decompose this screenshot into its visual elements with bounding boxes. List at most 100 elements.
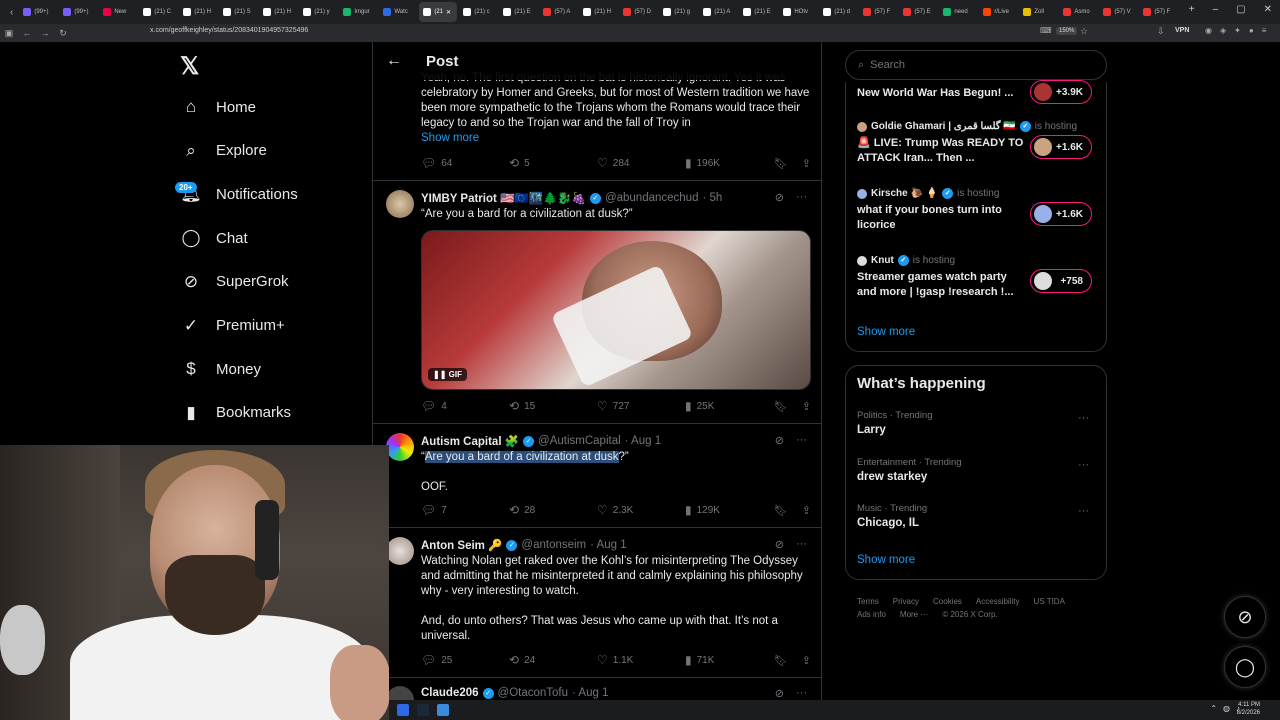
search-input[interactable]: ⌕ Search [845,50,1107,80]
download-icon[interactable]: ⇩ [1157,26,1165,37]
browser-tab[interactable]: (21) E [499,2,537,22]
selected-text[interactable]: Are you a bard of a civilization at dusk [424,451,619,463]
reply-button[interactable]: 💬︎ 25 [421,653,509,667]
footer-link[interactable]: More ··· [900,610,928,619]
browser-tab[interactable]: New [99,2,137,22]
back-button[interactable]: ← [18,28,36,38]
views-button[interactable]: ▮ 71K [685,653,773,667]
minimize-button[interactable]: – [1213,4,1219,15]
forward-button[interactable]: → [36,28,54,38]
grok-icon[interactable]: ⊘ [775,687,784,700]
repost-button[interactable]: ⟲ 28 [509,503,597,517]
tweet-time[interactable]: · Aug 1 [572,687,608,699]
share-icon[interactable]: ⇪ [802,400,811,413]
close-tab-icon[interactable]: ✕ [446,9,451,16]
author-handle[interactable]: @abundancechud [605,192,699,204]
footer-link[interactable]: Terms [857,597,879,606]
browser-tab[interactable]: (21) A [699,2,737,22]
footer-link[interactable]: Ads info [857,610,886,619]
footer-link[interactable]: US TIDA [1034,597,1065,606]
browser-tab[interactable]: (99+) [59,2,97,22]
author-handle[interactable]: @OtaconTofu [498,687,569,699]
browser-tab[interactable]: (21) c [459,2,497,22]
browser-tab[interactable]: need [939,2,977,22]
sidebar-item-chat[interactable]: ◯ Chat [180,227,247,249]
footer-link[interactable]: © 2026 X Corp. [942,610,997,619]
browser-tab[interactable]: (57) F [1139,2,1177,22]
tweet-time[interactable]: · 5h [702,192,722,204]
avatar[interactable] [386,537,414,565]
system-clock[interactable]: 4:11 PM 8/2/2026 [1237,701,1260,717]
chevron-up-icon[interactable]: ⌃ [1210,704,1217,713]
trend-item[interactable]: Politics · Trending Larry ··· [857,410,1097,436]
more-icon[interactable]: ··· [1078,412,1089,424]
more-icon[interactable]: ··· [796,434,807,447]
like-button[interactable]: ♡ 1.1K [597,653,685,667]
more-icon[interactable]: ··· [796,687,807,700]
sidebar-item-supergrok[interactable]: ⊘ SuperGrok [180,271,289,293]
back-arrow-icon[interactable]: ← [386,52,410,70]
avatar[interactable] [386,433,414,461]
views-button[interactable]: ▮ 196K [685,156,773,170]
browser-tab[interactable]: (21 ✕ [419,2,458,22]
chat-fab-button[interactable]: ◯ [1224,646,1266,688]
browser-tab[interactable]: (21) H [179,2,217,22]
browser-tab[interactable]: Imgur [339,2,377,22]
sidebar-item-money[interactable]: $ Money [180,358,261,380]
x-logo[interactable]: 𝕏 [180,52,199,81]
sidebar-item-notifications[interactable]: 🔔︎ Notifications [180,183,298,205]
live-listeners-pill[interactable]: +1.6K [1030,135,1092,159]
like-button[interactable]: ♡ 2.3K [597,503,685,517]
like-button[interactable]: ♡ 284 [597,156,685,170]
live-space-item[interactable]: Kirsche 🐌 🍦 ✓ is hosting what if your bones… [857,188,1102,233]
url-field[interactable]: x.com/geoffkeighley/status/2083401904957… [150,27,308,34]
views-button[interactable]: ▮ 129K [685,503,773,517]
wallet-icon[interactable]: ◈ [1220,26,1226,35]
avatar[interactable] [386,190,414,218]
show-more-trends-link[interactable]: Show more [857,554,915,566]
browser-tab[interactable]: Asmo [1059,2,1097,22]
live-listeners-pill[interactable]: +758 [1030,269,1092,293]
browser-tab[interactable]: (57) A [539,2,577,22]
close-window-button[interactable]: ✕ [1264,4,1272,15]
share-icon[interactable]: ⇪ [802,504,811,517]
network-icon[interactable]: ◍ [1223,704,1230,713]
grok-icon[interactable]: ⊘ [775,191,784,204]
reader-icon[interactable]: ⌨ [1040,26,1052,35]
bookmark-icon[interactable]: 🔖︎ [774,654,788,667]
sidebar-item-home[interactable]: ⌂ Home [180,96,256,118]
grok-icon[interactable]: ⊘ [775,538,784,551]
browser-tab[interactable]: (99+) [19,2,57,22]
footer-link[interactable]: Privacy [893,597,919,606]
avatar[interactable] [386,686,414,700]
extension-icon[interactable]: ◉ [1205,26,1212,35]
views-button[interactable]: ▮ 25K [685,399,773,413]
zoom-level[interactable]: 150% [1056,27,1078,35]
tab-back-icon[interactable]: ‹ [6,7,17,18]
like-button[interactable]: ♡ 727 [597,399,685,413]
reply-button[interactable]: 💬︎ 7 [421,503,509,517]
puzzle-icon[interactable]: ✦ [1234,26,1241,35]
repost-button[interactable]: ⟲ 15 [509,399,597,413]
tweet-time[interactable]: · Aug 1 [625,435,661,447]
vpn-badge[interactable]: VPN [1175,27,1189,34]
reply-button[interactable]: 💬︎ 4 [421,399,509,413]
share-icon[interactable]: ⇪ [802,157,811,170]
browser-tab[interactable]: (57) V [1099,2,1137,22]
footer-link[interactable]: Cookies [933,597,962,606]
profile-icon[interactable]: ● [1249,26,1254,35]
show-more-link[interactable]: Show more [421,132,479,144]
more-icon[interactable]: ··· [796,538,807,551]
author-handle[interactable]: @AutismCapital [538,435,621,447]
gif-badge[interactable]: ❚❚ GIF [428,368,467,381]
live-listeners-pill[interactable]: +1.6K [1030,202,1092,226]
bookmark-icon[interactable]: 🔖︎ [774,400,788,413]
maximize-button[interactable]: ▢ [1236,4,1245,15]
trend-item[interactable]: Music · Trending Chicago, IL ··· [857,503,1097,529]
browser-tab[interactable]: Zoll [1019,2,1057,22]
reload-button[interactable]: ↻ [54,28,72,39]
steam-icon[interactable] [417,704,429,716]
browser-tab[interactable]: Watc [379,2,417,22]
browser-tab[interactable]: (21) y [299,2,337,22]
new-tab-button[interactable]: + [1189,4,1195,15]
